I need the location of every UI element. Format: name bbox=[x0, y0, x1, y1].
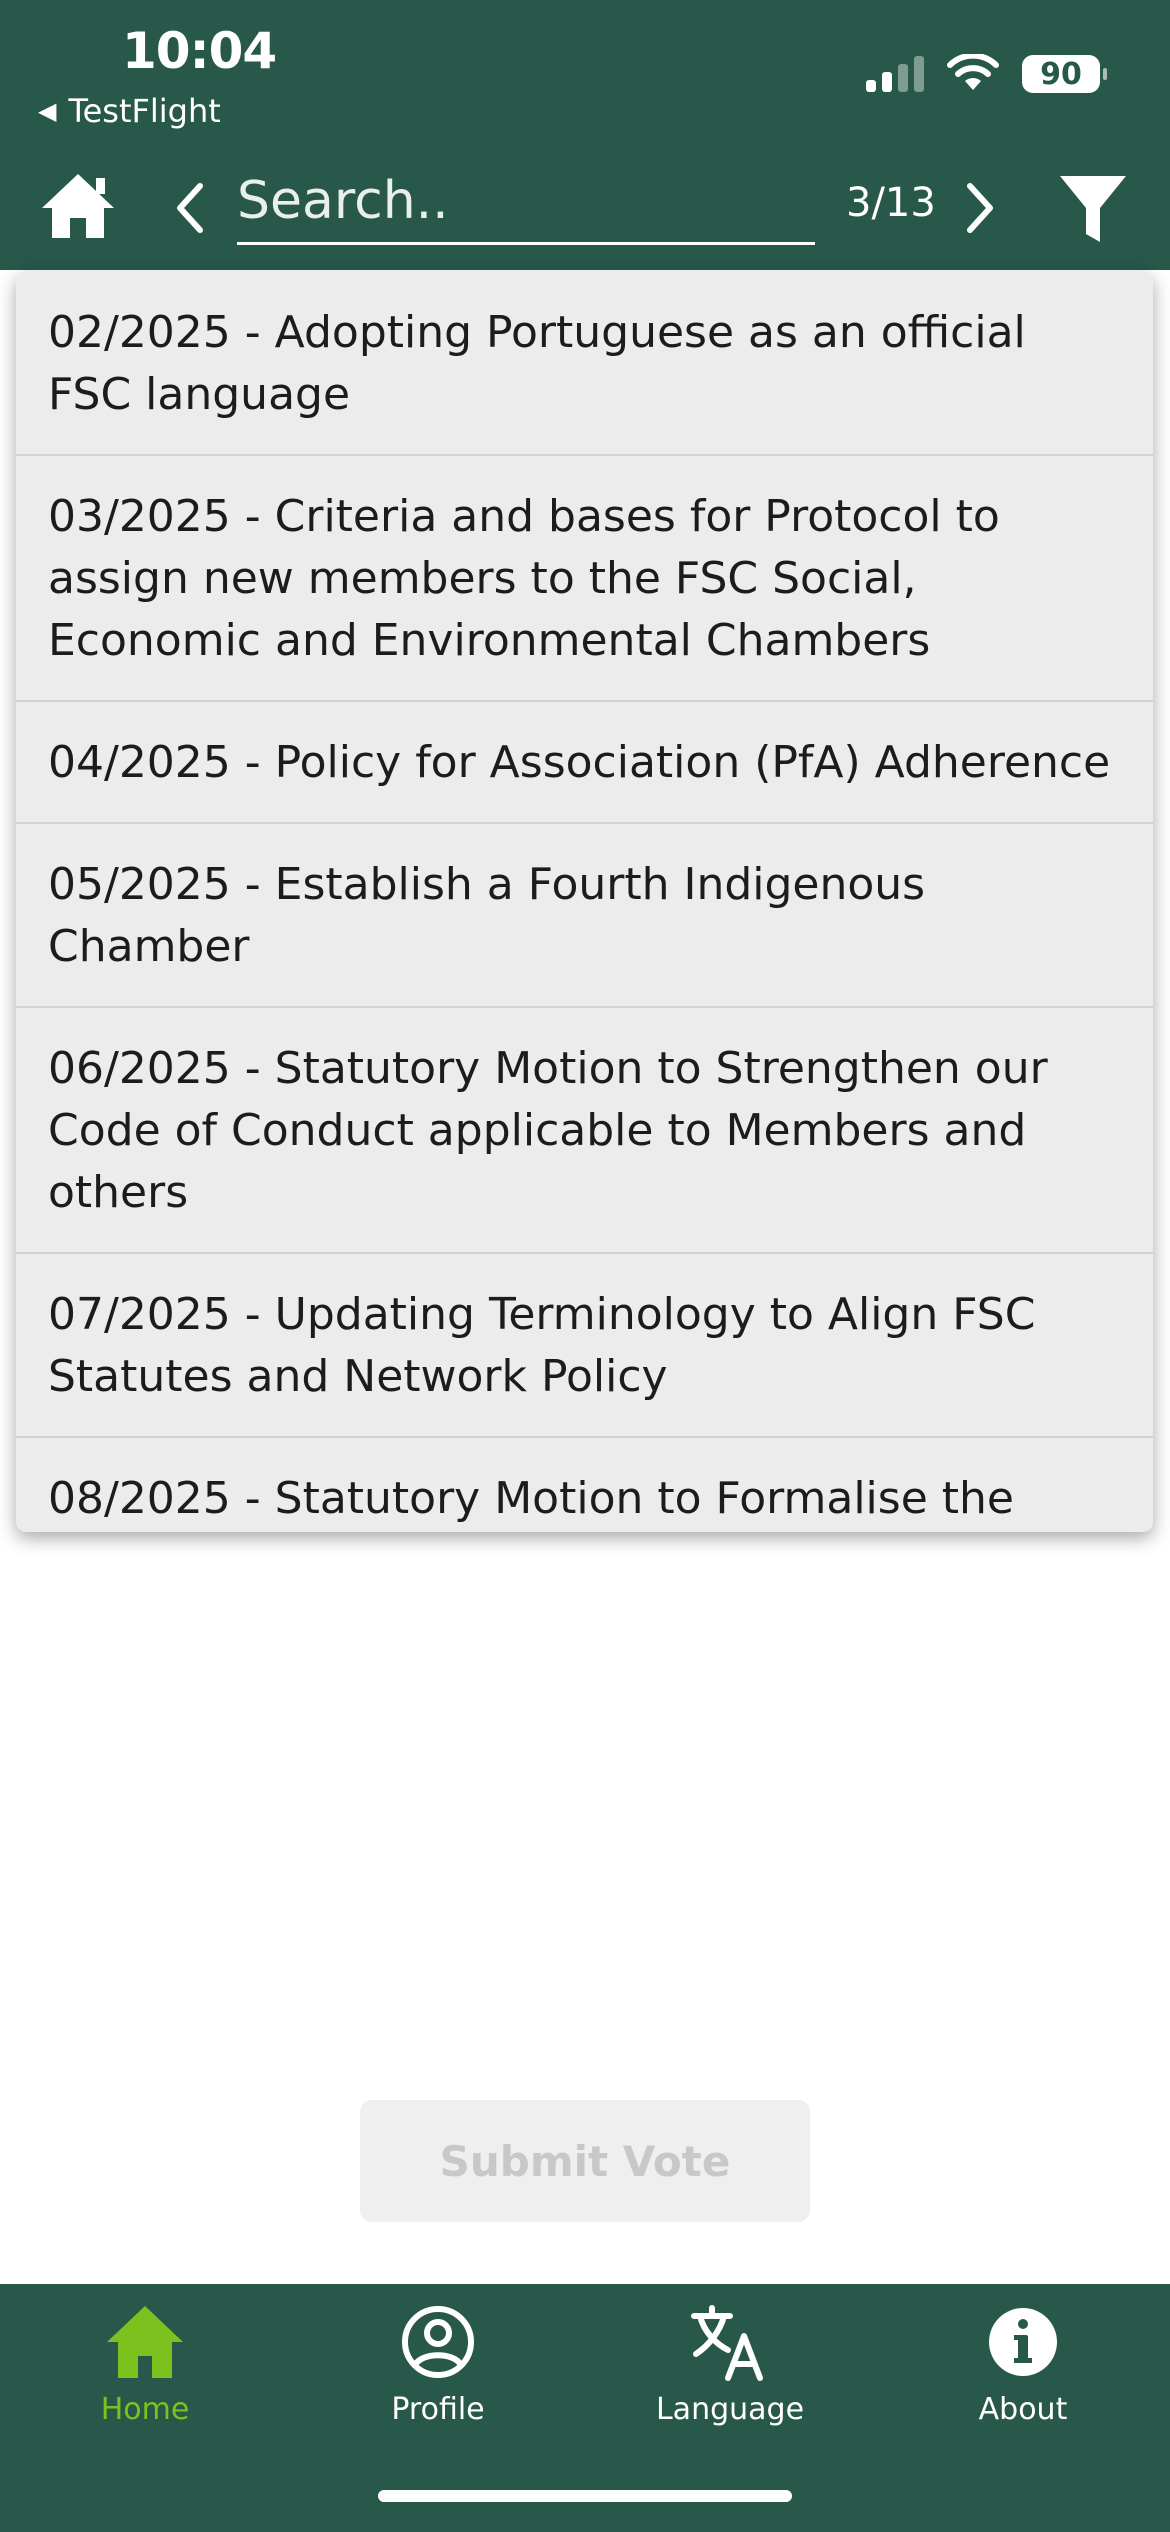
bottom-tab-bar: Home Profile Language About bbox=[0, 2284, 1170, 2532]
motion-dropdown-list: 02/2025 - Adopting Portuguese as an offi… bbox=[16, 272, 1153, 1532]
chevron-right-icon[interactable] bbox=[960, 180, 1000, 236]
chevron-left-icon[interactable] bbox=[170, 180, 210, 236]
battery-icon: 90 bbox=[1022, 55, 1107, 93]
home-icon bbox=[107, 2306, 183, 2378]
tab-language[interactable]: Language bbox=[630, 2302, 830, 2452]
info-icon bbox=[989, 2308, 1057, 2376]
search-input[interactable] bbox=[237, 166, 815, 236]
status-time: 10:04 bbox=[122, 22, 277, 80]
tab-home[interactable]: Home bbox=[45, 2302, 245, 2452]
back-app-label: TestFlight bbox=[68, 92, 221, 130]
list-item[interactable]: 02/2025 - Adopting Portuguese as an offi… bbox=[16, 272, 1153, 456]
profile-icon bbox=[402, 2306, 474, 2378]
list-item[interactable]: 03/2025 - Criteria and bases for Protoco… bbox=[16, 456, 1153, 702]
list-item[interactable]: 06/2025 - Statutory Motion to Strengthen… bbox=[16, 1008, 1153, 1254]
list-item[interactable]: 05/2025 - Establish a Fourth Indigenous … bbox=[16, 824, 1153, 1008]
search-field[interactable] bbox=[237, 166, 815, 245]
filter-icon[interactable] bbox=[1058, 172, 1128, 246]
tab-label: Home bbox=[100, 2392, 190, 2427]
home-icon[interactable] bbox=[38, 170, 118, 242]
top-header: 10:04 ◀ TestFlight 90 3/13 bbox=[0, 0, 1170, 270]
list-item[interactable]: 04/2025 - Policy for Association (PfA) A… bbox=[16, 702, 1153, 824]
home-indicator[interactable] bbox=[378, 2490, 792, 2502]
signal-icon bbox=[866, 56, 924, 92]
battery-level: 90 bbox=[1040, 56, 1082, 92]
list-item[interactable]: 08/2025 - Statutory Motion to Formalise … bbox=[16, 1438, 1153, 1532]
back-to-testflight[interactable]: ◀ TestFlight bbox=[38, 92, 221, 130]
status-indicators: 90 bbox=[866, 54, 1107, 94]
submit-vote-button[interactable]: Submit Vote bbox=[360, 2100, 810, 2222]
tab-label: About bbox=[978, 2392, 1068, 2427]
tab-about[interactable]: About bbox=[923, 2302, 1123, 2452]
back-triangle-icon: ◀ bbox=[38, 97, 57, 125]
translate-icon bbox=[691, 2305, 763, 2381]
tab-label: Profile bbox=[391, 2392, 485, 2427]
tab-label: Language bbox=[655, 2392, 805, 2427]
result-counter: 3/13 bbox=[846, 180, 936, 226]
list-item[interactable]: 07/2025 - Updating Terminology to Align … bbox=[16, 1254, 1153, 1438]
wifi-icon bbox=[947, 54, 999, 90]
tab-profile[interactable]: Profile bbox=[338, 2302, 538, 2452]
